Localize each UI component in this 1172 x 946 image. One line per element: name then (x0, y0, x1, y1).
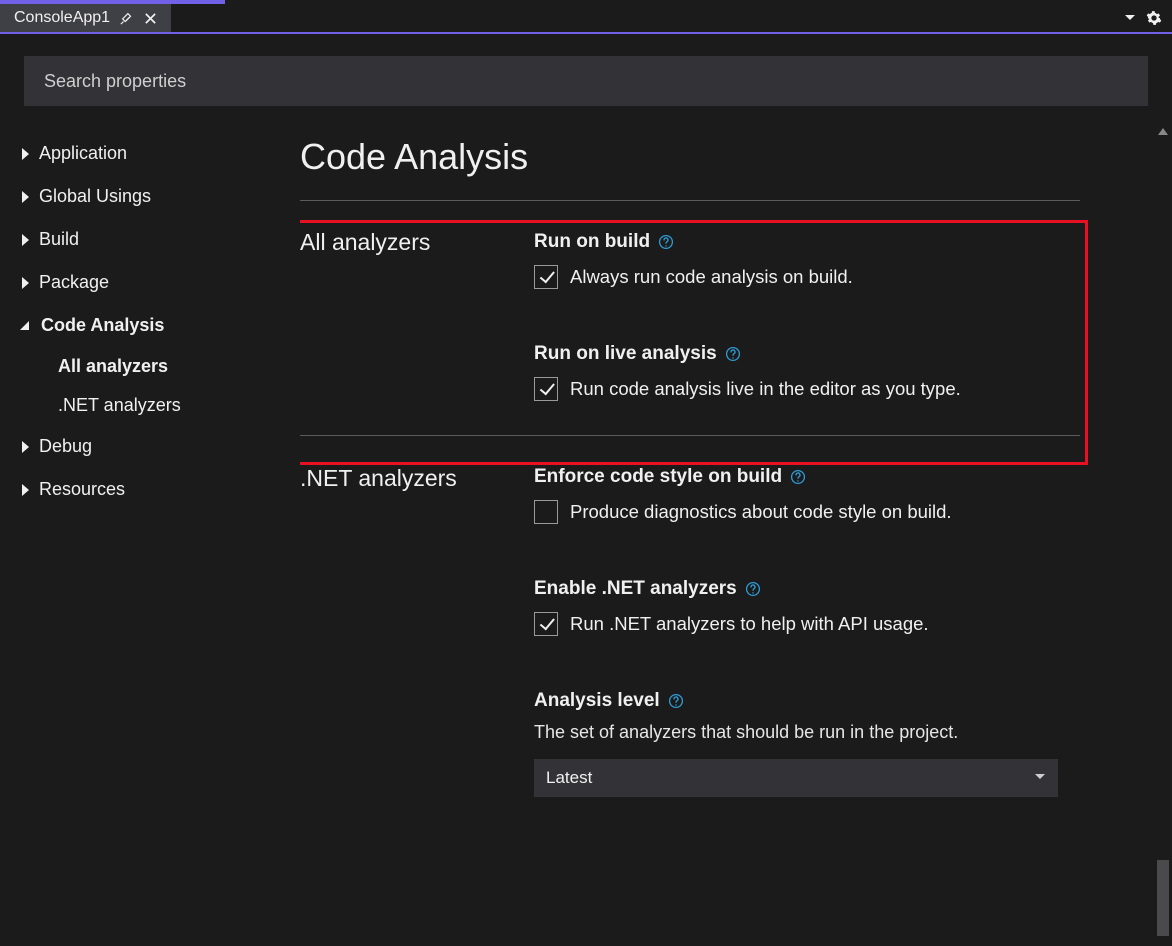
setting-title-text: Enforce code style on build (534, 466, 782, 488)
setting-description: The set of analyzers that should be run … (534, 722, 1084, 743)
help-icon[interactable] (668, 693, 684, 709)
sidebar-item-package[interactable]: Package (22, 261, 300, 304)
section-net-analyzers: .NET analyzers Enforce code style on bui… (300, 464, 1084, 797)
setting-enable-net-title: Enable .NET analyzers (534, 578, 1084, 600)
help-icon[interactable] (790, 469, 806, 485)
checkbox-run-on-live[interactable] (534, 377, 558, 401)
setting-title-text: Run on build (534, 231, 650, 253)
setting-title-text: Analysis level (534, 690, 660, 712)
sidebar-item-label: Code Analysis (41, 315, 164, 336)
chevron-down-icon (1034, 768, 1046, 788)
tab-strip: ConsoleApp1 (0, 4, 1172, 34)
help-icon[interactable] (658, 234, 674, 250)
select-value: Latest (546, 768, 592, 788)
sidebar-item-label: Build (39, 229, 79, 250)
sidebar-subitem-label: All analyzers (58, 356, 168, 377)
close-icon[interactable] (144, 12, 157, 25)
sidebar-item-label: Package (39, 272, 109, 293)
divider (300, 435, 1080, 436)
search-container (0, 34, 1172, 122)
setting-title-text: Enable .NET analyzers (534, 578, 737, 600)
setting-title-text: Run on live analysis (534, 343, 717, 365)
document-tab[interactable]: ConsoleApp1 (0, 4, 171, 32)
sidebar-item-label: Global Usings (39, 186, 151, 207)
chevron-right-icon (22, 234, 29, 246)
section-heading: .NET analyzers (300, 464, 524, 797)
sidebar-item-code-analysis[interactable]: Code Analysis (22, 304, 300, 347)
setting-enforce-style-title: Enforce code style on build (534, 466, 1084, 488)
section-heading: All analyzers (300, 229, 524, 401)
tab-title: ConsoleApp1 (14, 9, 110, 27)
chevron-right-icon (22, 148, 29, 160)
checkbox-enforce-style[interactable] (534, 500, 558, 524)
sidebar-item-label: Application (39, 143, 127, 164)
pin-icon[interactable] (120, 11, 134, 25)
sidebar-item-label: Resources (39, 479, 125, 500)
section-all-analyzers: All analyzers Run on build Always run co… (300, 229, 1084, 401)
chevron-right-icon (22, 277, 29, 289)
help-icon[interactable] (725, 346, 741, 362)
sidebar-subitem-all-analyzers[interactable]: All analyzers (22, 347, 300, 386)
sidebar-item-application[interactable]: Application (22, 132, 300, 175)
help-icon[interactable] (745, 581, 761, 597)
main-panel: Code Analysis All analyzers Run on build… (300, 122, 1172, 946)
sidebar-item-global-usings[interactable]: Global Usings (22, 175, 300, 218)
checkbox-enable-net[interactable] (534, 612, 558, 636)
sidebar-subitem-label: .NET analyzers (58, 395, 181, 416)
sidebar-subitem-net-analyzers[interactable]: .NET analyzers (22, 386, 300, 425)
analysis-level-select[interactable]: Latest (534, 759, 1058, 797)
chevron-down-icon[interactable] (1124, 12, 1136, 24)
sidebar-item-resources[interactable]: Resources (22, 468, 300, 511)
checkbox-label: Run .NET analyzers to help with API usag… (570, 613, 929, 635)
search-input[interactable] (24, 56, 1148, 106)
checkbox-label: Produce diagnostics about code style on … (570, 501, 952, 523)
sidebar: Application Global Usings Build Package … (0, 122, 300, 946)
checkbox-run-on-build[interactable] (534, 265, 558, 289)
scroll-thumb[interactable] (1157, 860, 1169, 936)
chevron-right-icon (22, 484, 29, 496)
setting-run-on-build-title: Run on build (534, 231, 1084, 253)
scrollbar[interactable] (1154, 122, 1172, 946)
setting-run-on-live-title: Run on live analysis (534, 343, 1084, 365)
chevron-right-icon (22, 441, 29, 453)
chevron-right-icon (22, 191, 29, 203)
setting-analysis-level-title: Analysis level (534, 690, 1084, 712)
sidebar-item-debug[interactable]: Debug (22, 425, 300, 468)
scroll-up-icon[interactable] (1158, 128, 1168, 135)
chevron-expanded-icon (20, 321, 29, 330)
checkbox-label: Run code analysis live in the editor as … (570, 378, 961, 400)
divider (300, 200, 1080, 201)
page-title: Code Analysis (300, 122, 1142, 200)
gear-icon[interactable] (1146, 10, 1162, 26)
sidebar-item-label: Debug (39, 436, 92, 457)
sidebar-item-build[interactable]: Build (22, 218, 300, 261)
checkbox-label: Always run code analysis on build. (570, 266, 853, 288)
